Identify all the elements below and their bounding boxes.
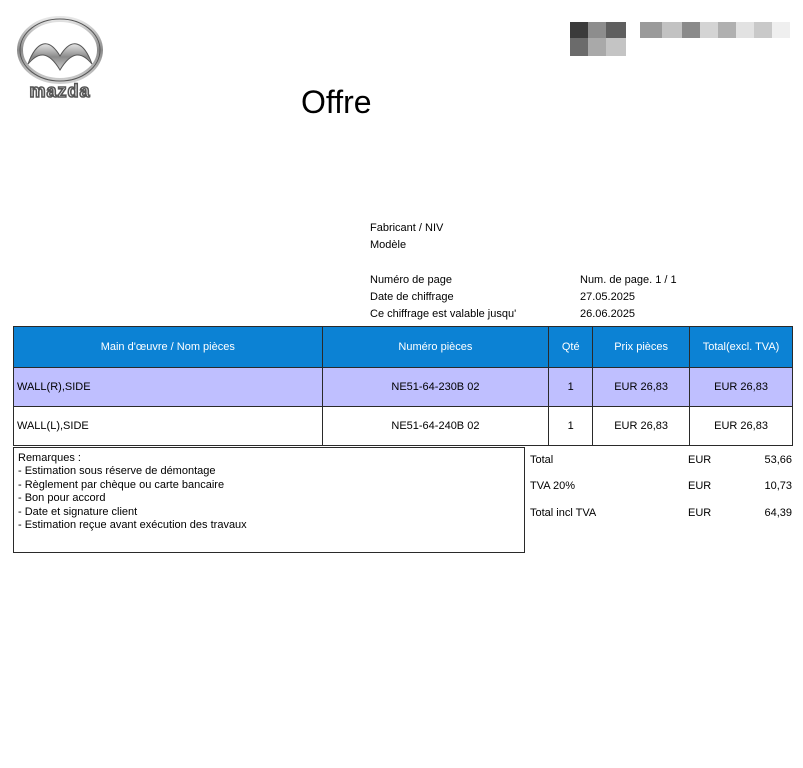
cell-qty: 1	[548, 406, 594, 446]
remark-line: - Estimation reçue avant exécution des t…	[18, 519, 247, 532]
cell-part: NE51-64-240B 02	[321, 406, 550, 446]
table-row: WALL(R),SIDE NE51-64-230B 02 1 EUR 26,83…	[13, 367, 793, 407]
col-header-part: Numéro pièces	[321, 326, 550, 368]
remarks-title: Remarques :	[18, 452, 81, 464]
info-label-fabricant: Fabricant / NIV	[370, 222, 444, 234]
remarks-box: Remarques : - Estimation sous réserve de…	[13, 447, 525, 553]
cell-total: EUR 26,83	[689, 406, 793, 446]
table-header-row: Main d'œuvre / Nom pièces Numéro pièces …	[13, 326, 793, 368]
table-row: WALL(L),SIDE NE51-64-240B 02 1 EUR 26,83…	[13, 406, 793, 446]
remark-line: - Date et signature client	[18, 505, 138, 518]
info-value-page: Num. de page. 1 / 1	[580, 274, 677, 286]
cell-total: EUR 26,83	[689, 367, 793, 407]
info-label-date: Date de chiffrage	[370, 291, 454, 303]
total-incl-currency: EUR	[688, 507, 712, 519]
total-label: Total	[530, 454, 554, 466]
total-currency: EUR	[688, 454, 712, 466]
total-incl-amount: 64,39	[764, 507, 792, 519]
cell-price: EUR 26,83	[592, 406, 691, 446]
page-title: Offre	[301, 84, 372, 120]
info-label-valid: Ce chiffrage est valable jusqu'	[370, 308, 517, 320]
col-header-name: Main d'œuvre / Nom pièces	[13, 326, 323, 368]
cell-name: WALL(L),SIDE	[13, 406, 323, 446]
parts-table: Main d'œuvre / Nom pièces Numéro pièces …	[13, 326, 793, 446]
total-amount: 53,66	[764, 454, 792, 466]
col-header-price: Prix pièces	[592, 326, 691, 368]
remark-line: - Bon pour accord	[18, 492, 106, 505]
cell-qty: 1	[548, 367, 594, 407]
info-value-date: 27.05.2025	[580, 291, 636, 303]
tva-amount: 10,73	[764, 480, 792, 492]
mazda-wordmark: mazda	[29, 81, 91, 101]
cell-part: NE51-64-230B 02	[321, 367, 550, 407]
redacted-header-block	[570, 22, 800, 56]
cell-price: EUR 26,83	[592, 367, 691, 407]
remark-line: - Règlement par chèque ou carte bancaire	[18, 478, 225, 491]
total-incl-label: Total incl TVA	[530, 507, 597, 519]
col-header-qty: Qté	[548, 326, 594, 368]
info-label-modele: Modèle	[370, 239, 407, 251]
tva-label: TVA 20%	[530, 480, 576, 492]
info-label-page: Numéro de page	[370, 274, 452, 286]
info-value-valid: 26.06.2025	[580, 308, 636, 320]
col-header-total: Total(excl. TVA)	[689, 326, 793, 368]
cell-name: WALL(R),SIDE	[13, 367, 323, 407]
remark-line: - Estimation sous réserve de démontage	[18, 465, 216, 478]
tva-currency: EUR	[688, 480, 712, 492]
